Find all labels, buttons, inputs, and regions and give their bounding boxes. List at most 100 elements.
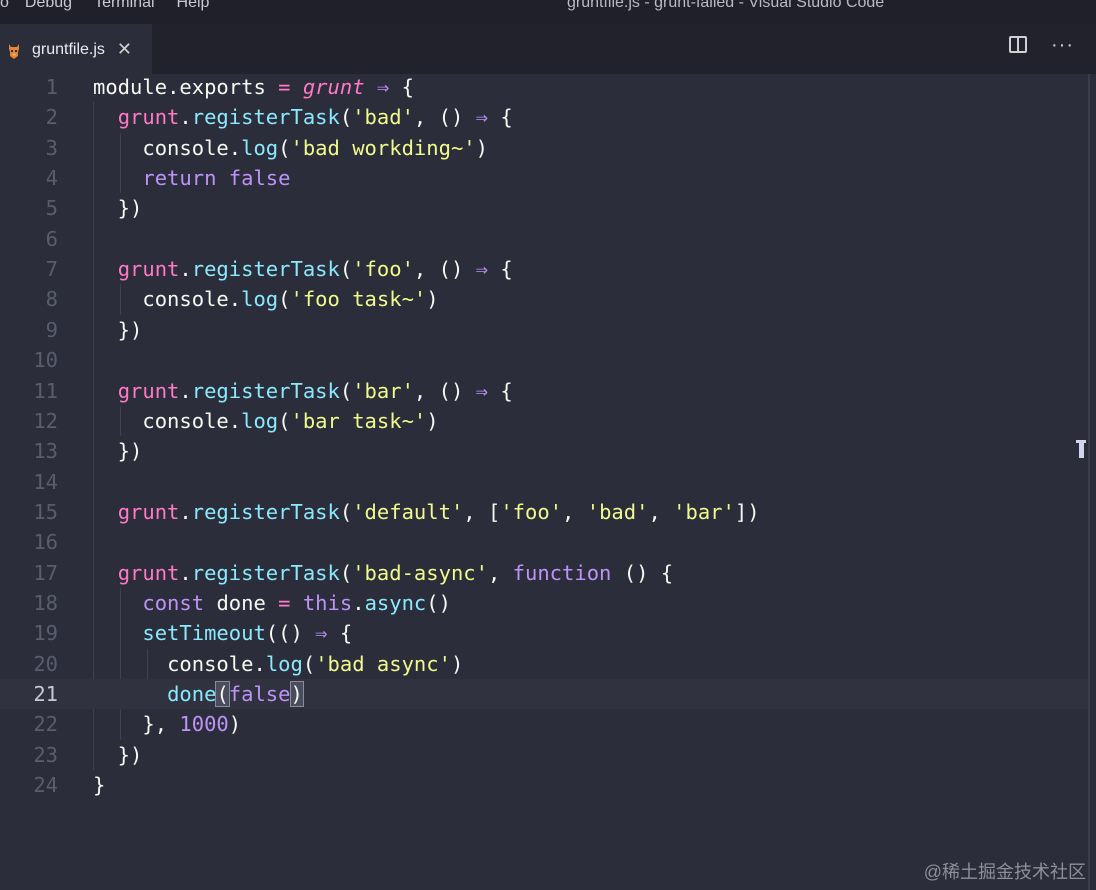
code-token: this [302,590,353,615]
code-token: ⇒ [475,105,488,130]
code-line[interactable]: 17 grunt.registerTask('bad-async', funct… [0,558,1090,588]
code-token: grunt [117,105,180,130]
code-token: . [179,499,192,524]
code-token: grunt [117,257,180,282]
code-token: registerTask [191,257,340,282]
code-text: } [93,770,105,800]
code-line[interactable]: 9 }) [0,315,1090,345]
code-token: ( [278,135,291,160]
code-line[interactable]: 7 grunt.registerTask('foo', () ⇒ { [0,254,1090,284]
code-line[interactable]: 6 [0,224,1090,254]
line-number: 12 [33,408,58,433]
line-number: 6 [45,226,58,251]
code-token: ( [339,105,353,130]
code-token: . [179,378,192,403]
window-title: gruntfile.js - grunt-failed - Visual Stu… [567,0,885,11]
code-line[interactable]: 21 done(false) [0,679,1090,709]
line-number: 22 [33,712,58,737]
code-line[interactable]: 24} [0,770,1090,800]
code-token: 'foo task~' [290,287,427,312]
code-token: () [426,590,451,615]
menu-item-help[interactable]: Help [177,0,210,12]
code-token: }) [93,742,143,767]
code-token: registerTask [191,378,340,403]
code-token: 'bar' [352,378,414,403]
line-number: 21 [33,682,58,706]
code-token: { [487,378,513,403]
code-token: . [228,287,242,312]
code-line[interactable]: 2 grunt.registerTask('bad', () ⇒ { [0,102,1090,132]
code-line[interactable]: 18 const done = this.async() [0,588,1090,618]
code-line[interactable]: 13 }) [0,436,1090,466]
code-text: }) [93,315,143,345]
code-line[interactable]: 5 }) [0,193,1090,223]
code-text: console.log('foo task~') [93,284,438,314]
code-line[interactable]: 20 console.log('bad async') [0,649,1090,679]
close-icon[interactable]: ✕ [117,39,132,60]
code-token: ( [278,408,291,433]
code-line[interactable]: 23 }) [0,740,1090,770]
code-token: ⇒ [475,378,488,403]
code-line[interactable]: 19 setTimeout(() ⇒ { [0,618,1090,648]
code-token: log [241,135,279,160]
code-line[interactable]: 4 return false [0,163,1090,193]
code-token: , [648,499,674,524]
code-token: registerTask [191,560,340,585]
code-token: 'bad' [352,105,414,130]
code-token: { [327,621,353,646]
code-line[interactable]: 3 console.log('bad workding~') [0,133,1090,163]
code-line[interactable]: 16 [0,527,1090,557]
code-text: grunt.registerTask('bad-async', function… [93,558,673,588]
code-token: { [487,105,513,130]
menu-item-terminal[interactable]: Terminal [94,0,154,12]
code-token: ( [339,378,353,403]
menu-item-go[interactable]: o [0,0,9,12]
code-token: ) [289,681,304,707]
code-line[interactable]: 11 grunt.registerTask('bar', () ⇒ { [0,376,1090,406]
code-token: } [93,773,106,798]
line-number: 17 [33,560,58,585]
code-token: , [487,560,513,585]
code-token: grunt [302,75,365,99]
line-number: 20 [33,651,58,676]
code-text: setTimeout(() ⇒ { [93,618,352,648]
code-text: grunt.registerTask('default', ['foo', 'b… [93,497,760,527]
code-text: }) [93,436,143,466]
code-token: }) [93,439,143,464]
split-editor-icon[interactable] [1009,36,1028,53]
code-token: . [228,408,242,433]
code-line[interactable]: 12 console.log('bar task~') [0,406,1090,436]
code-token: }) [93,196,143,221]
code-line[interactable]: 1 module.exports = grunt ⇒ { [0,72,1090,102]
line-number: 23 [33,742,58,767]
code-token: registerTask [191,105,340,130]
code-editor[interactable]: 1 module.exports = grunt ⇒ {2 grunt.regis… [0,74,1096,890]
code-token: . [352,590,365,615]
code-token: , () [413,257,476,282]
code-line[interactable]: 22 }, 1000) [0,709,1090,739]
code-line[interactable]: 15 grunt.registerTask('default', ['foo',… [0,497,1090,527]
tab-gruntfile[interactable]: gruntfile.js ✕ [0,24,152,74]
line-number: 24 [33,773,58,798]
code-token: , () [413,105,476,130]
code-token: . [167,75,180,99]
code-token: , [ [463,499,501,524]
code-token: ⇒ [315,621,328,646]
code-line[interactable]: 10 [0,345,1090,375]
code-token: . [228,135,242,160]
code-token: = [278,75,291,99]
menu-item-debug[interactable]: Debug [25,0,72,12]
scrollbar-track[interactable] [1088,74,1090,890]
scrollbar-cursor-marker [1076,440,1086,458]
line-number: 13 [33,439,58,464]
code-line[interactable]: 14 [0,467,1090,497]
line-number: 2 [45,105,58,130]
code-token: }) [93,317,143,342]
code-line[interactable]: 8 console.log('foo task~') [0,284,1090,314]
more-actions-icon[interactable]: ··· [1051,35,1074,55]
